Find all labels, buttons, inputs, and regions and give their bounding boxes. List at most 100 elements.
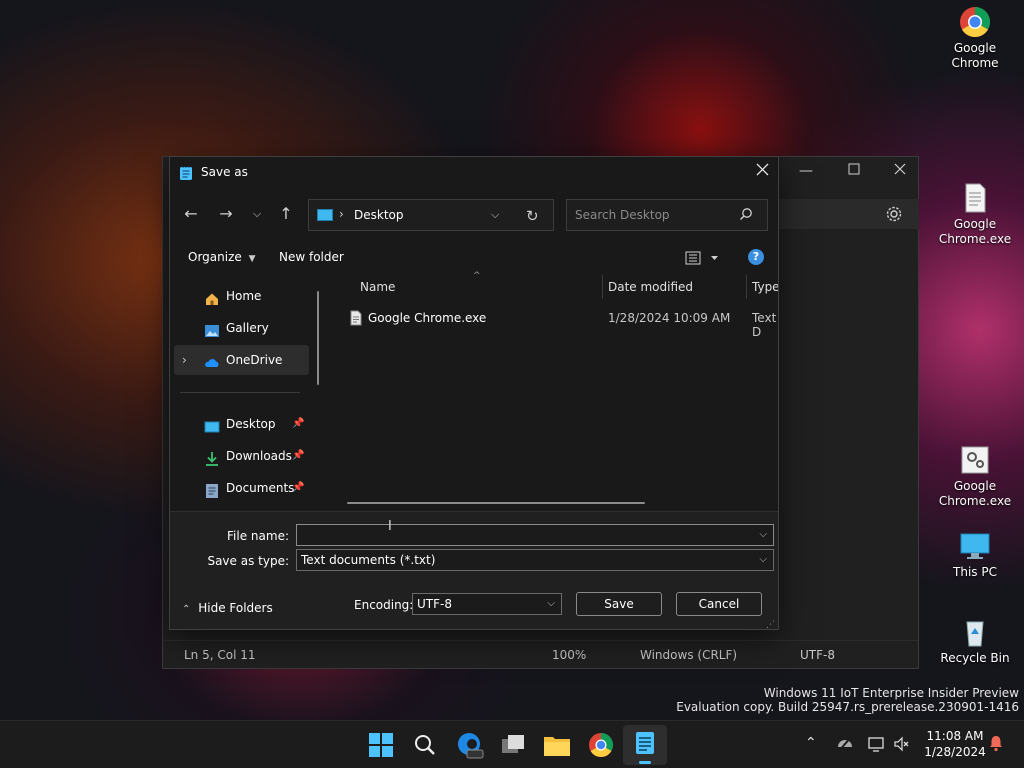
dialog-close-button[interactable] (750, 163, 774, 183)
horizontal-scrollbar[interactable] (347, 502, 645, 504)
encoding-status[interactable]: UTF-8 (800, 648, 835, 662)
up-arrow-icon[interactable]: ↑ (272, 200, 300, 228)
organize-button[interactable]: Organize ▼ (188, 250, 256, 264)
file-date: 1/28/2024 10:09 AM (608, 311, 731, 325)
resize-grip-icon[interactable]: ⋰ (766, 620, 775, 630)
watermark-line-1: Windows 11 IoT Enterprise Insider Previe… (763, 686, 1019, 700)
pin-icon[interactable]: 📌 (292, 409, 304, 439)
new-folder-button[interactable]: New folder (279, 250, 344, 264)
save-button[interactable]: Save (576, 592, 662, 616)
documents-icon (204, 480, 220, 498)
save-as-type-select[interactable]: Text documents (*.txt) ⌵ (296, 549, 774, 571)
save-as-dialog: Save as ← → ⌵ ↑ › Desktop ⌵ ↻ Search Des… (169, 156, 779, 630)
nav-item-desktop[interactable]: Desktop 📌 (174, 409, 309, 439)
file-row[interactable]: Google Chrome.exe 1/28/2024 10:09 AM Tex… (344, 305, 778, 339)
help-icon[interactable]: ? (748, 249, 764, 265)
minimize-button[interactable]: — (791, 163, 821, 183)
encoding-chevron-icon: ⌵ (547, 598, 555, 609)
pin-icon[interactable]: 📌 (292, 441, 304, 471)
file-name-dropdown-chevron-icon[interactable]: ⌵ (759, 525, 767, 545)
desktop-location-icon (317, 209, 333, 221)
file-explorer-icon[interactable] (541, 729, 573, 761)
address-dropdown-chevron-icon[interactable]: ⌵ (491, 208, 499, 222)
nav-item-documents[interactable]: Documents 📌 (174, 473, 309, 503)
nav-item-label: Documents (226, 481, 295, 495)
text-file-icon (350, 310, 362, 329)
desktop-folder-icon (204, 416, 220, 433)
desktop-icon-label: This PC (953, 565, 997, 579)
maximize-button[interactable] (839, 163, 869, 183)
network-icon[interactable] (836, 735, 854, 756)
pin-icon[interactable]: 📌 (292, 473, 304, 503)
column-divider (746, 275, 747, 299)
nav-item-downloads[interactable]: Downloads 📌 (174, 441, 309, 471)
watermark: Windows 11 IoT Enterprise Insider Previe… (676, 686, 1019, 714)
cursor-position: Ln 5, Col 11 (184, 648, 256, 662)
gallery-icon (204, 320, 220, 337)
breadcrumb-separator-icon: › (339, 207, 344, 221)
file-type: Text D (752, 311, 777, 339)
zoom-level[interactable]: 100% (552, 648, 586, 662)
nav-item-onedrive[interactable]: › OneDrive (174, 345, 309, 375)
cancel-button[interactable]: Cancel (676, 592, 762, 616)
desktop-icon-label: Recycle Bin (940, 651, 1010, 665)
file-list-pane: ^ Name Date modified Type Google Chrome.… (330, 271, 778, 511)
close-button[interactable] (885, 163, 915, 183)
desktop-icon-label: Google Chrome.exe (938, 479, 1012, 508)
back-arrow-icon[interactable]: ← (177, 200, 205, 228)
encoding-select[interactable]: UTF-8 ⌵ (412, 593, 562, 615)
nav-item-label: OneDrive (226, 353, 283, 367)
desktop-icon-this-pc[interactable]: This PC (935, 530, 1015, 580)
start-icon[interactable] (365, 729, 397, 761)
display-icon[interactable] (868, 735, 886, 756)
edge-preview-icon[interactable] (453, 729, 485, 761)
desktop-icon-chrome-exe-settings[interactable]: Google Chrome.exe (935, 444, 1015, 509)
chrome-icon (959, 6, 991, 38)
file-name-input[interactable]: ⌵ (296, 524, 774, 546)
task-view-icon[interactable] (497, 729, 529, 761)
notepad-icon[interactable] (623, 725, 667, 765)
chrome-icon[interactable] (585, 729, 617, 761)
hide-folders-label: Hide Folders (198, 601, 273, 615)
dialog-titlebar: Save as (170, 157, 778, 187)
encoding-value: UTF-8 (417, 597, 452, 611)
search-icon[interactable] (409, 729, 441, 761)
encoding-label: Encoding: (354, 598, 414, 612)
desktop-icon-chrome-exe-text[interactable]: Google Chrome.exe (935, 182, 1015, 247)
nav-item-home[interactable]: Home (174, 281, 309, 311)
column-header-name[interactable]: Name (360, 272, 395, 302)
save-as-type-value: Text documents (*.txt) (301, 553, 436, 567)
settings-gear-icon[interactable] (885, 205, 905, 225)
hide-folders-button[interactable]: ⌃ Hide Folders (182, 601, 273, 615)
show-hidden-icons-chevron-icon[interactable]: ⌃ (805, 735, 817, 751)
file-name: Google Chrome.exe (368, 311, 487, 325)
breadcrumb-desktop[interactable]: Desktop (354, 208, 404, 222)
chevron-up-icon: ⌃ (182, 604, 191, 615)
nav-item-gallery[interactable]: Gallery (174, 313, 309, 343)
desktop-icon-label: Google Chrome (951, 41, 999, 70)
address-bar[interactable]: › Desktop ⌵ ↻ (308, 199, 554, 231)
volume-muted-icon[interactable] (893, 735, 911, 756)
forward-arrow-icon[interactable]: → (212, 200, 240, 228)
desktop-icon-chrome[interactable]: Google Chrome (935, 6, 1015, 71)
recent-locations-chevron-icon[interactable]: ⌵ (243, 200, 271, 228)
nav-scrollbar[interactable] (317, 291, 319, 385)
view-options-icon[interactable] (685, 250, 721, 266)
expand-chevron-icon[interactable]: › (182, 345, 187, 375)
clock[interactable]: 11:08 AM 1/28/2024 (922, 728, 988, 760)
column-header-type[interactable]: Type (752, 272, 778, 302)
line-ending[interactable]: Windows (CRLF) (640, 648, 737, 662)
search-box[interactable]: Search Desktop (566, 199, 768, 231)
column-header-date[interactable]: Date modified (608, 272, 693, 302)
text-cursor-icon: I (388, 519, 392, 534)
search-icon (739, 207, 753, 224)
settings-file-icon (959, 444, 991, 476)
file-name-label: File name: (227, 529, 289, 543)
desktop-icon-recycle-bin[interactable]: Recycle Bin (935, 616, 1015, 666)
navigation-pane: Home Gallery › OneDrive Desktop 📌 Downlo… (170, 275, 330, 511)
notification-bell-icon[interactable] (988, 734, 1004, 755)
save-options-panel: File name: ⌵ Save as type: Text document… (170, 511, 778, 630)
search-input[interactable]: Search Desktop (575, 208, 670, 222)
nav-divider (180, 392, 300, 393)
refresh-icon[interactable]: ↻ (526, 207, 539, 225)
